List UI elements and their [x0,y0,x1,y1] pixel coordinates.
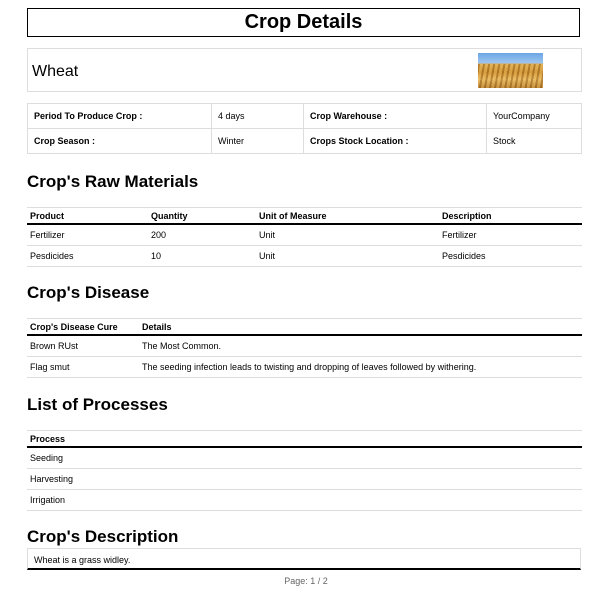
table-cell: Brown RUst [27,335,139,357]
stock-value: Stock [486,128,582,154]
table-cell: Pesdicides [27,245,148,267]
table-cell: The seeding infection leads to twisting … [139,356,582,378]
column-header: Unit of Measure [256,207,439,225]
table-row: Pesdicides 10 Unit Pesdicides [27,245,582,267]
table-row: Irrigation [27,489,582,511]
disease-table: Crop's Disease Cure Details Brown RUst T… [27,318,582,378]
column-header: Process [27,430,582,448]
table-row: Fertilizer 200 Unit Fertilizer [27,224,582,246]
season-value: Winter [211,128,304,154]
processes-heading: List of Processes [27,395,168,414]
wheat-field-image [478,53,543,88]
table-row: Harvesting [27,468,582,490]
crop-name: Wheat [32,63,79,80]
description-heading: Crop's Description [27,527,179,546]
table-cell: Unit [256,224,439,246]
column-header: Quantity [148,207,256,225]
table-row: Brown RUst The Most Common. [27,335,582,357]
table-cell: Irrigation [27,489,582,511]
page-title: Crop Details [27,8,580,37]
raw-materials-heading: Crop's Raw Materials [27,172,199,191]
table-cell: Unit [256,245,439,267]
table-cell: Pesdicides [439,245,582,267]
table-cell: 200 [148,224,256,246]
table-cell: Seeding [27,447,582,469]
crop-header: Wheat [27,48,582,92]
table-row: Seeding [27,447,582,469]
processes-table: Process Seeding Harvesting Irrigation [27,430,582,511]
column-header: Product [27,207,148,225]
description-text: Wheat is a grass widley. [27,548,581,570]
warehouse-label: Crop Warehouse : [303,103,487,129]
period-value: 4 days [211,103,304,129]
table-cell: Fertilizer [439,224,582,246]
crop-info-table: Period To Produce Crop : 4 days Crop War… [27,103,582,154]
stock-label: Crops Stock Location : [303,128,487,154]
table-cell: The Most Common. [139,335,582,357]
table-cell: Harvesting [27,468,582,490]
column-header: Description [439,207,582,225]
table-cell: Flag smut [27,356,139,378]
table-cell: 10 [148,245,256,267]
season-label: Crop Season : [27,128,212,154]
disease-heading: Crop's Disease [27,283,150,302]
table-cell: Fertilizer [27,224,148,246]
warehouse-value: YourCompany [486,103,582,129]
table-row: Flag smut The seeding infection leads to… [27,356,582,378]
page-number: Page: 1 / 2 [284,576,328,586]
raw-materials-table: Product Quantity Unit of Measure Descrip… [27,207,582,267]
period-label: Period To Produce Crop : [27,103,212,129]
column-header: Crop's Disease Cure [27,318,139,336]
column-header: Details [139,318,582,336]
